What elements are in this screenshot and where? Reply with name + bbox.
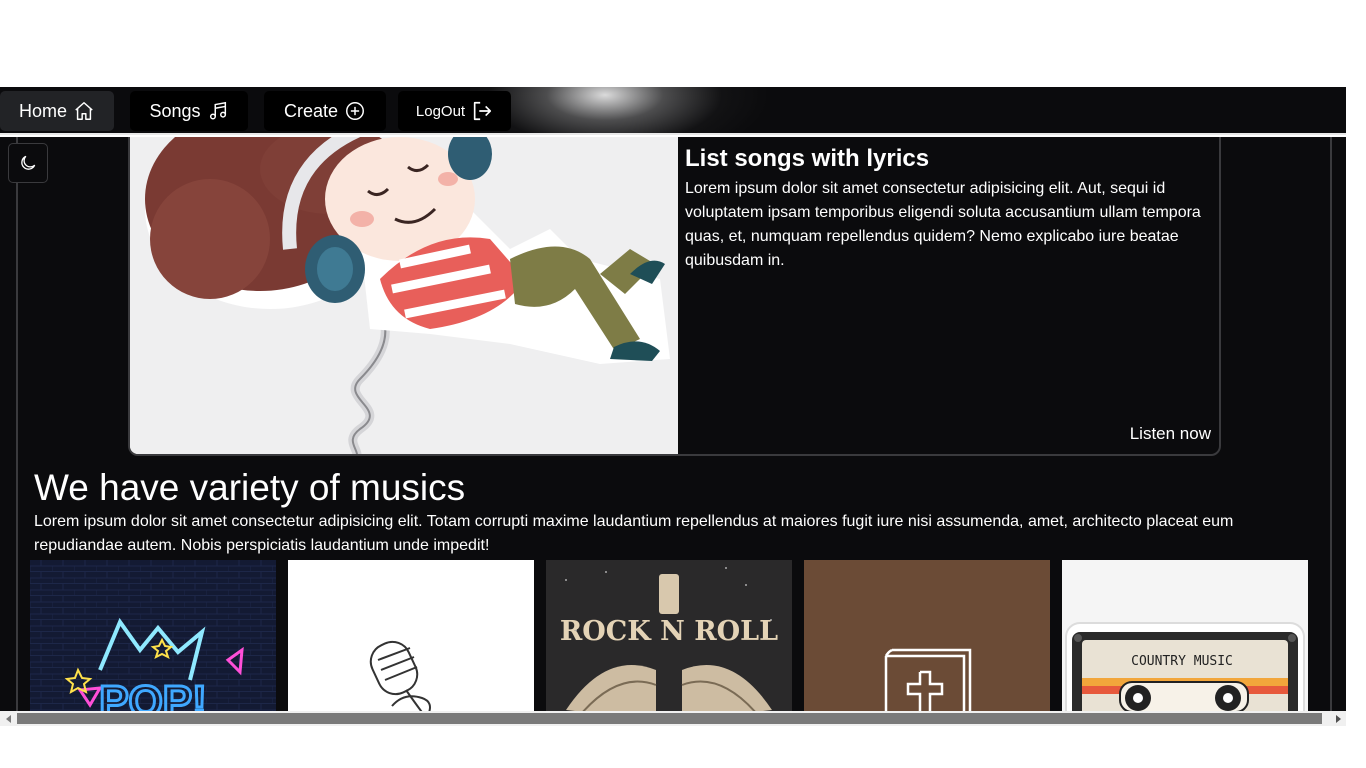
hero-illustration (130, 137, 678, 454)
navbar: Home Songs Create LogOut (0, 87, 1346, 135)
music-note-icon (209, 101, 226, 120)
moon-icon (21, 155, 36, 170)
triangle-left-icon (5, 714, 11, 723)
rock-n-roll-image: ROCK N ROLL (546, 560, 792, 711)
microphone-image (288, 560, 534, 711)
hero-card: List songs with lyrics Lorem ipsum dolor… (128, 137, 1221, 456)
genre-card-country[interactable]: COUNTRY MUSIC (1062, 560, 1308, 711)
bible-image (804, 560, 1050, 711)
nav-logout-button[interactable]: LogOut (398, 91, 511, 131)
pop-art-text: POP! (99, 677, 207, 711)
hero-title: List songs with lyrics (685, 145, 930, 172)
country-art-text: COUNTRY MUSIC (1131, 654, 1233, 669)
rock-art-text: ROCK N ROLL (560, 616, 778, 647)
pop-neon-image: POP! (30, 560, 276, 711)
genre-card-gospel[interactable] (804, 560, 1050, 711)
hero-description: Lorem ipsum dolor sit amet consectetur a… (685, 180, 1201, 269)
nav-create-button[interactable]: Create (264, 91, 386, 131)
genre-card-microphone[interactable] (288, 560, 534, 711)
main-content: List songs with lyrics Lorem ipsum dolor… (0, 137, 1346, 711)
genre-card-rock[interactable]: ROCK N ROLL (546, 560, 792, 711)
navbar-glow (470, 87, 770, 133)
logout-icon (473, 101, 492, 121)
triangle-right-icon (1335, 714, 1341, 723)
country-cassette-image: COUNTRY MUSIC (1062, 560, 1308, 711)
section-description: Lorem ipsum dolor sit amet consectetur a… (34, 513, 1234, 554)
nav-home-label: Home (18, 100, 67, 121)
container-border-right (1330, 137, 1332, 711)
container-border-left (16, 137, 18, 711)
genre-card-pop[interactable]: POP! (30, 560, 276, 711)
nav-songs-label: Songs (149, 100, 201, 121)
nav-logout-label: LogOut (415, 102, 466, 120)
plus-circle-icon (346, 102, 364, 120)
scroll-right-arrow[interactable] (1329, 711, 1346, 726)
section-title: We have variety of musics (34, 467, 466, 508)
nav-home-button[interactable]: Home (0, 91, 114, 131)
theme-toggle-button[interactable] (8, 143, 48, 183)
home-icon (75, 102, 93, 120)
nav-songs-button[interactable]: Songs (130, 91, 248, 131)
nav-create-label: Create (283, 100, 339, 121)
horizontal-scrollbar[interactable] (0, 711, 1346, 726)
scrollbar-thumb[interactable] (17, 713, 1322, 724)
scroll-left-arrow[interactable] (0, 711, 17, 726)
listen-now-button[interactable]: Listen now (1130, 424, 1211, 444)
